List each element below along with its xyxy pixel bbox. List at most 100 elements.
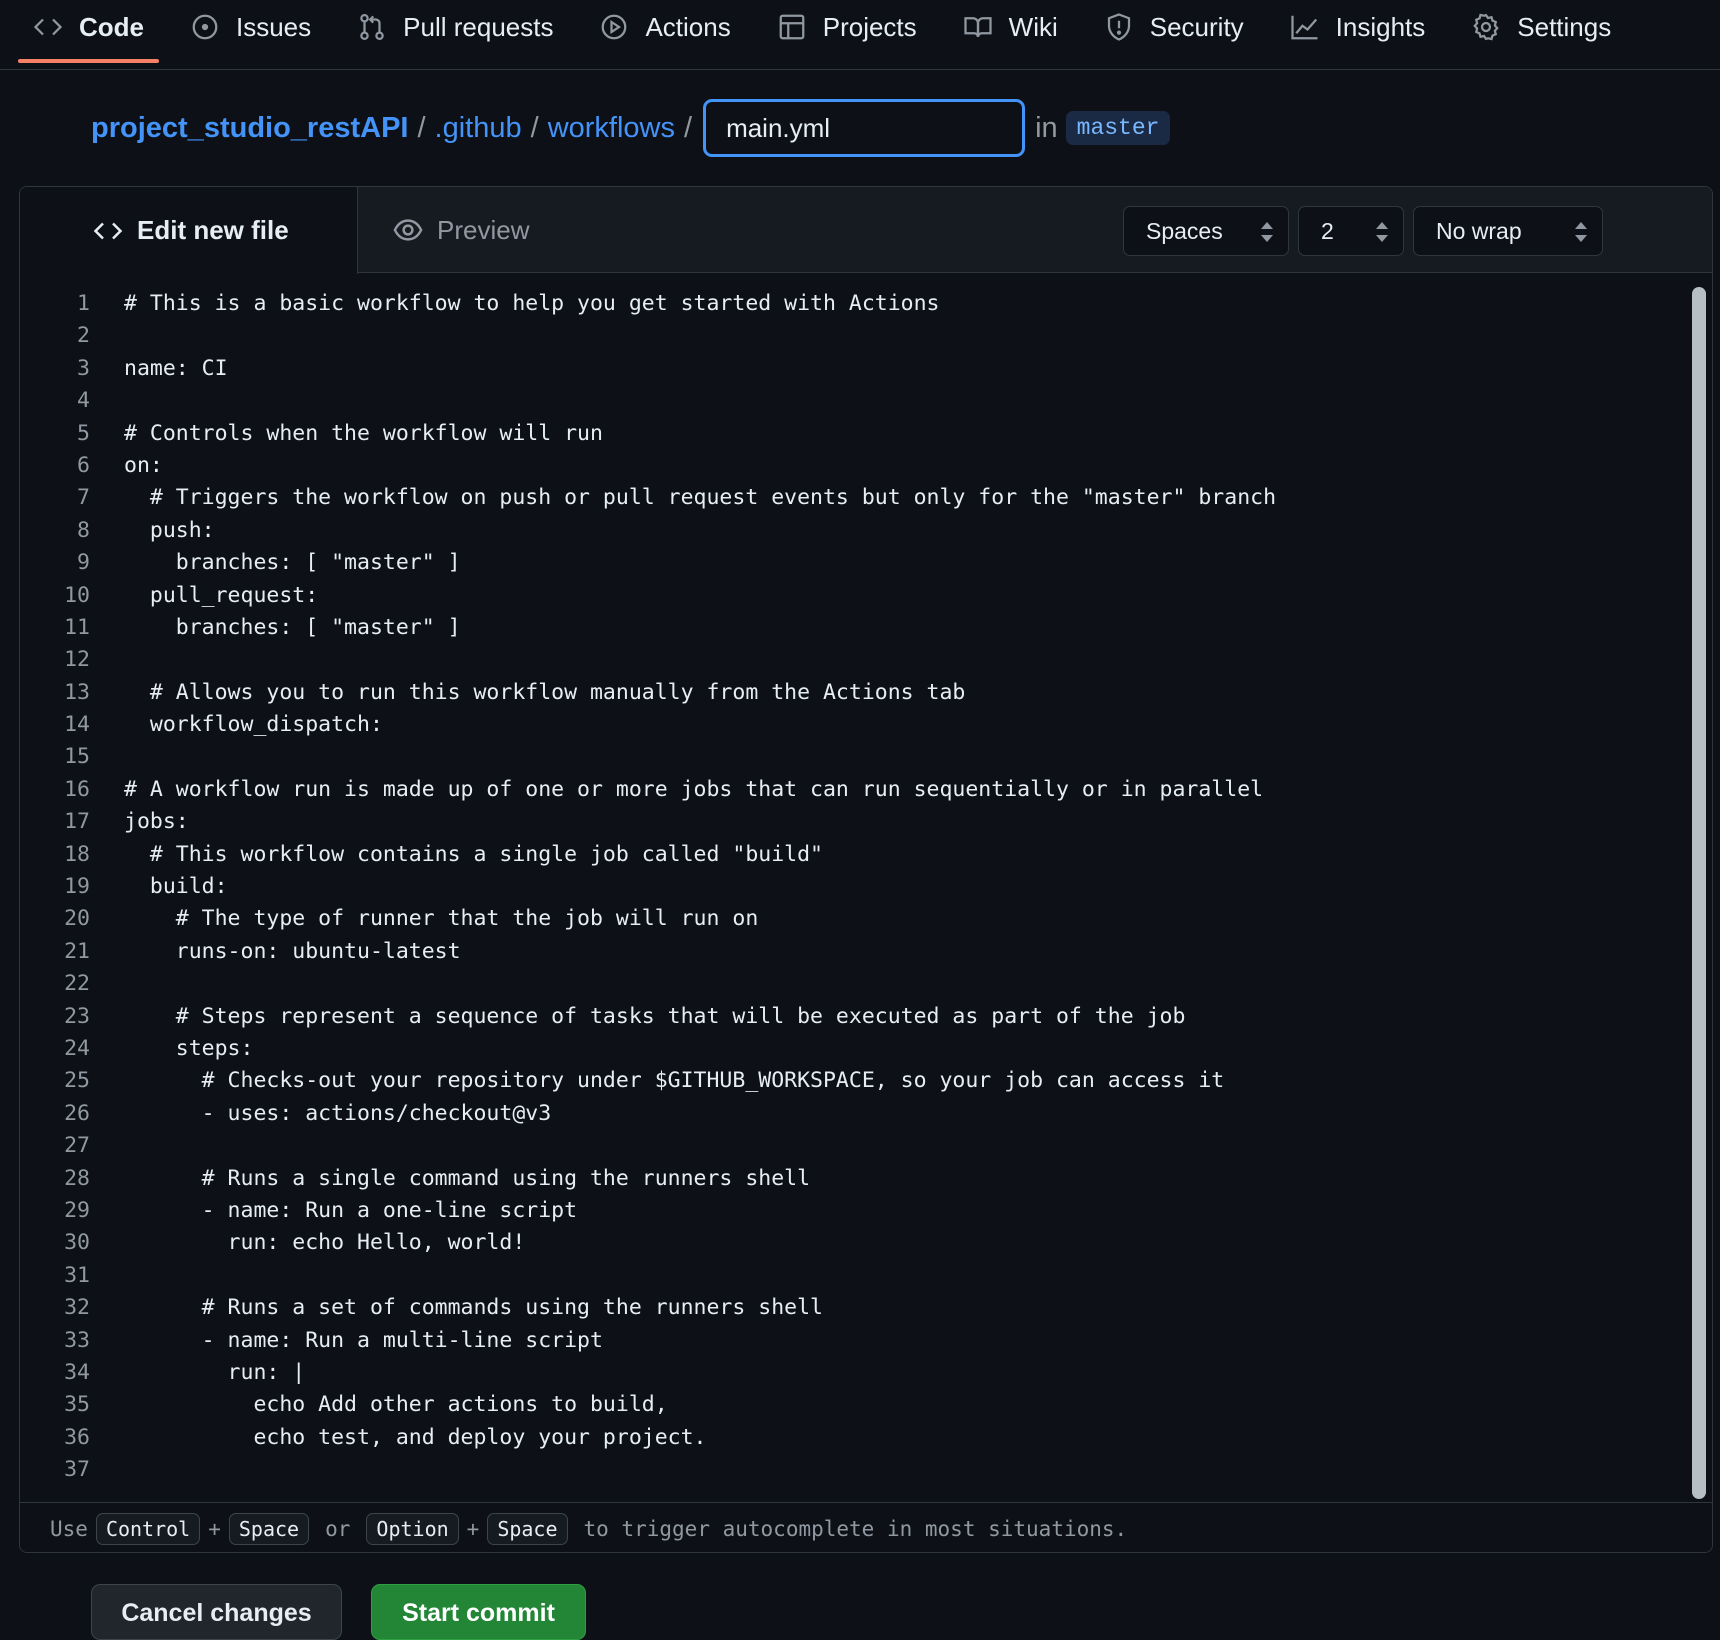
- sort-caret-icon: [1574, 221, 1588, 243]
- in-label: in: [1035, 111, 1058, 144]
- code-line[interactable]: 25 # Checks-out your repository under $G…: [20, 1065, 1712, 1097]
- code-line[interactable]: 28 # Runs a single command using the run…: [20, 1163, 1712, 1195]
- editor-header: Edit new file Preview Spaces 2 No wrap: [20, 187, 1712, 274]
- line-content: name: CI: [124, 355, 228, 381]
- hint-or: or: [325, 1516, 351, 1541]
- code-line[interactable]: 2: [20, 320, 1712, 352]
- editor-scrollbar[interactable]: [1692, 287, 1706, 1499]
- code-line[interactable]: 6 on:: [20, 450, 1712, 482]
- line-number: 6: [77, 452, 90, 478]
- code-editor-textarea[interactable]: 1 # This is a basic workflow to help you …: [20, 274, 1712, 1487]
- line-number: 9: [77, 550, 90, 576]
- line-content: runs-on: ubuntu-latest: [124, 938, 461, 964]
- breadcrumb-separator: /: [417, 111, 426, 144]
- line-number: 32: [64, 1295, 90, 1321]
- tab-insights[interactable]: Insights: [1275, 0, 1441, 62]
- line-number: 27: [64, 1133, 90, 1159]
- code-line[interactable]: 18 # This workflow contains a single job…: [20, 839, 1712, 871]
- code-line[interactable]: 8 push:: [20, 515, 1712, 547]
- indent-mode-select[interactable]: Spaces: [1123, 206, 1289, 256]
- tab-label: Security: [1149, 11, 1244, 42]
- tab-projects[interactable]: Projects: [762, 0, 932, 62]
- branch-badge: master: [1065, 111, 1171, 145]
- code-line[interactable]: 33 - name: Run a multi-line script: [20, 1325, 1712, 1357]
- code-line[interactable]: 24 steps:: [20, 1033, 1712, 1065]
- tab-preview[interactable]: Preview: [393, 187, 529, 273]
- code-line[interactable]: 7 # Triggers the workflow on push or pul…: [20, 482, 1712, 514]
- code-line[interactable]: 21 runs-on: ubuntu-latest: [20, 936, 1712, 968]
- line-number: 3: [77, 355, 90, 381]
- code-line[interactable]: 14 workflow_dispatch:: [20, 709, 1712, 741]
- eye-icon: [393, 215, 423, 245]
- code-line[interactable]: 34 run: |: [20, 1357, 1712, 1389]
- line-content: [108, 1260, 124, 1292]
- line-content: echo Add other actions to build,: [124, 1392, 668, 1418]
- line-number: 2: [77, 323, 90, 349]
- code-line[interactable]: 11 branches: [ "master" ]: [20, 612, 1712, 644]
- select-value: No wrap: [1436, 217, 1522, 244]
- code-line[interactable]: 20 # The type of runner that the job wil…: [20, 903, 1712, 935]
- code-line[interactable]: 15: [20, 741, 1712, 773]
- line-content: build:: [124, 874, 228, 900]
- tab-security[interactable]: Security: [1089, 0, 1259, 62]
- code-line[interactable]: 35 echo Add other actions to build,: [20, 1389, 1712, 1421]
- kbd-space: Space: [228, 1512, 310, 1545]
- breadcrumb-workflows-folder-link[interactable]: workflows: [548, 112, 675, 145]
- line-number: 15: [64, 744, 90, 770]
- code-line[interactable]: 36 echo test, and deploy your project.: [20, 1422, 1712, 1454]
- code-line[interactable]: 19 build:: [20, 871, 1712, 903]
- breadcrumb-github-folder-link[interactable]: .github: [435, 112, 522, 145]
- hint-text: Use: [50, 1516, 88, 1541]
- tab-settings[interactable]: Settings: [1456, 0, 1626, 62]
- code-line[interactable]: 23 # Steps represent a sequence of tasks…: [20, 1001, 1712, 1033]
- line-number: 14: [64, 712, 90, 738]
- indent-size-select[interactable]: 2: [1298, 206, 1404, 256]
- line-content: [108, 968, 124, 1000]
- code-line[interactable]: 12: [20, 644, 1712, 676]
- line-number: 21: [64, 938, 90, 964]
- code-line[interactable]: 32 # Runs a set of commands using the ru…: [20, 1292, 1712, 1324]
- code-line[interactable]: 29 - name: Run a one-line script: [20, 1195, 1712, 1227]
- code-line[interactable]: 5 # Controls when the workflow will run: [20, 418, 1712, 450]
- line-number: 34: [64, 1359, 90, 1385]
- line-content: [108, 1454, 124, 1486]
- file-editor: Edit new file Preview Spaces 2 No wrap 1…: [19, 186, 1713, 1553]
- tab-issues[interactable]: Issues: [175, 0, 326, 62]
- line-content: # The type of runner that the job will r…: [124, 906, 759, 932]
- sort-caret-icon: [1375, 221, 1389, 243]
- line-content: branches: [ "master" ]: [124, 614, 461, 640]
- code-line[interactable]: 3 name: CI: [20, 353, 1712, 385]
- filename-input[interactable]: [703, 99, 1026, 157]
- code-line[interactable]: 9 branches: [ "master" ]: [20, 547, 1712, 579]
- start-commit-button[interactable]: Start commit: [371, 1584, 586, 1640]
- line-content: [108, 1130, 124, 1162]
- tab-wiki[interactable]: Wiki: [948, 0, 1073, 62]
- code-line[interactable]: 13 # Allows you to run this workflow man…: [20, 677, 1712, 709]
- tab-label: Wiki: [1008, 11, 1058, 42]
- code-line[interactable]: 30 run: echo Hello, world!: [20, 1227, 1712, 1259]
- code-line[interactable]: 16 # A workflow run is made up of one or …: [20, 774, 1712, 806]
- code-line[interactable]: 4: [20, 385, 1712, 417]
- breadcrumb-repo-link[interactable]: project_studio_restAPI: [91, 112, 408, 145]
- code-line[interactable]: 22: [20, 968, 1712, 1000]
- tab-pull-requests[interactable]: Pull requests: [342, 0, 568, 62]
- line-content: steps:: [124, 1035, 254, 1061]
- tab-label: Edit new file: [137, 215, 289, 245]
- code-line[interactable]: 10 pull_request:: [20, 580, 1712, 612]
- tab-code[interactable]: Code: [18, 0, 159, 63]
- code-line[interactable]: 1 # This is a basic workflow to help you …: [20, 288, 1712, 320]
- code-line[interactable]: 17 jobs:: [20, 806, 1712, 838]
- line-number: 31: [64, 1262, 90, 1288]
- tab-label: Settings: [1517, 11, 1612, 42]
- code-line[interactable]: 27: [20, 1130, 1712, 1162]
- tab-edit-new-file[interactable]: Edit new file: [20, 187, 358, 274]
- code-line[interactable]: 31: [20, 1260, 1712, 1292]
- repo-nav: Code Issues Pull requests Actions Projec…: [0, 0, 1720, 70]
- breadcrumb-separator: /: [684, 111, 693, 144]
- code-line[interactable]: 26 - uses: actions/checkout@v3: [20, 1098, 1712, 1130]
- hint-plus: +: [466, 1516, 480, 1541]
- wrap-mode-select[interactable]: No wrap: [1413, 206, 1603, 256]
- tab-actions[interactable]: Actions: [584, 0, 745, 62]
- cancel-changes-button[interactable]: Cancel changes: [91, 1584, 342, 1640]
- code-line[interactable]: 37: [20, 1454, 1712, 1486]
